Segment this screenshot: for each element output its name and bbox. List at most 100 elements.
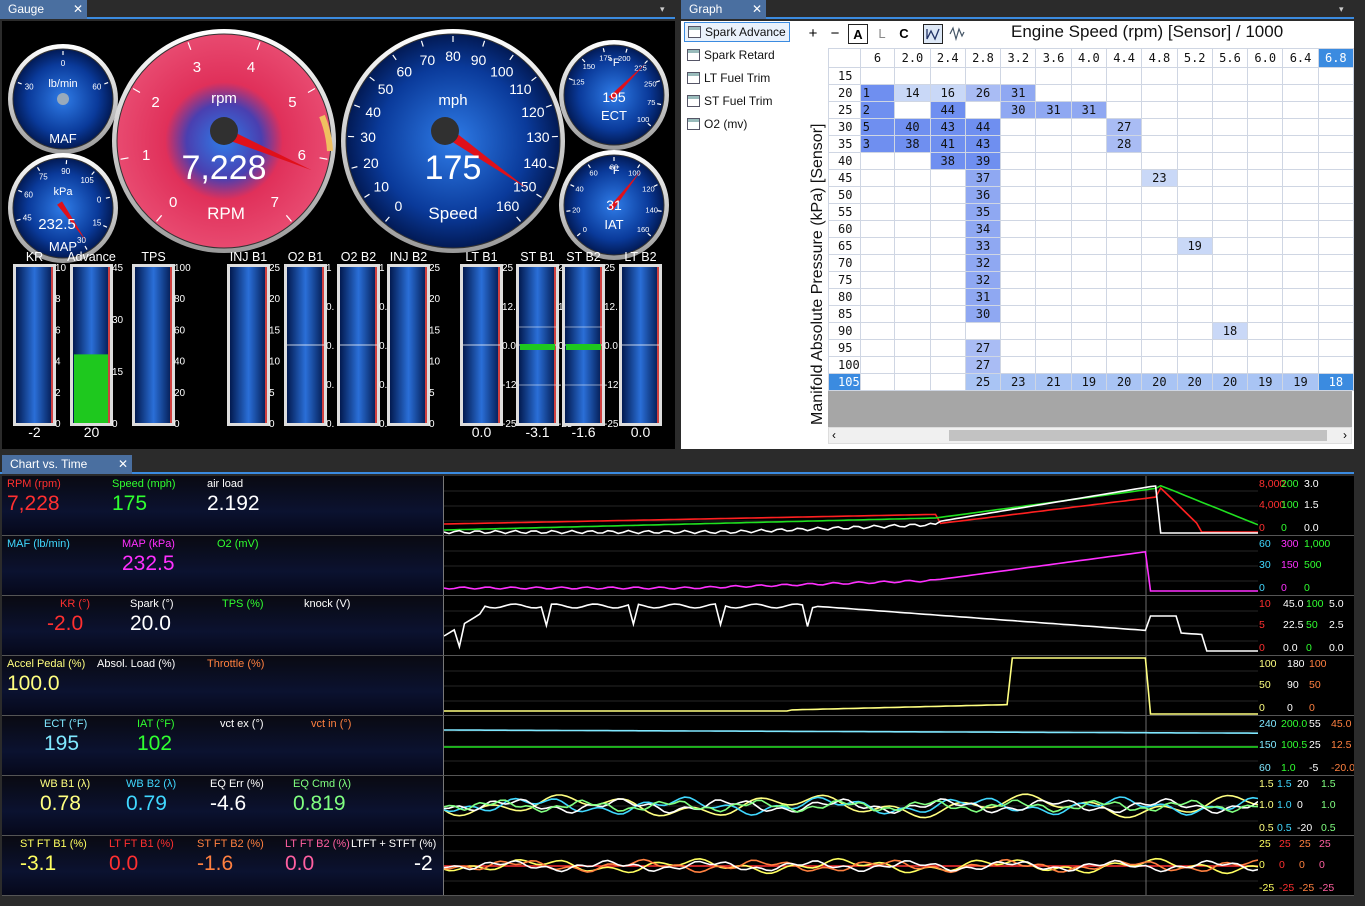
table-cell[interactable] bbox=[1105, 101, 1143, 119]
table-cell[interactable] bbox=[894, 373, 931, 391]
table-cell[interactable] bbox=[1247, 305, 1284, 323]
line-graph-icon[interactable] bbox=[923, 24, 943, 44]
table-cell[interactable] bbox=[894, 339, 931, 357]
table-cell[interactable] bbox=[1247, 339, 1284, 357]
table-cell[interactable] bbox=[1141, 237, 1178, 255]
table-cell[interactable] bbox=[859, 152, 896, 170]
table-cell[interactable] bbox=[1035, 186, 1072, 204]
column-header[interactable]: 2.4 bbox=[929, 48, 966, 68]
table-cell[interactable] bbox=[1317, 220, 1354, 238]
table-cell[interactable] bbox=[859, 254, 896, 272]
table-cell[interactable] bbox=[859, 271, 896, 289]
table-cell[interactable] bbox=[859, 67, 896, 85]
table-cell[interactable] bbox=[1105, 339, 1143, 357]
table-cell[interactable] bbox=[1070, 356, 1107, 374]
table-cell[interactable] bbox=[1000, 288, 1037, 306]
row-header[interactable]: 60 bbox=[828, 220, 861, 238]
table-cell[interactable] bbox=[859, 186, 896, 204]
table-cell[interactable] bbox=[1317, 254, 1354, 272]
table-cell[interactable] bbox=[859, 356, 896, 374]
table-cell[interactable] bbox=[1247, 169, 1284, 187]
table-cell[interactable] bbox=[1317, 186, 1354, 204]
table-cell[interactable] bbox=[1282, 84, 1319, 102]
table-cell[interactable] bbox=[1070, 186, 1107, 204]
table-cell[interactable]: 44 bbox=[964, 118, 1002, 136]
table-cell[interactable] bbox=[1000, 135, 1037, 153]
table-cell[interactable] bbox=[1105, 322, 1143, 340]
table-cell[interactable]: 37 bbox=[964, 169, 1002, 187]
table-cell[interactable] bbox=[1141, 186, 1178, 204]
table-cell[interactable]: 20 bbox=[1176, 373, 1213, 391]
column-header[interactable]: 4.8 bbox=[1141, 48, 1178, 68]
table-cell[interactable] bbox=[1000, 220, 1037, 238]
series-label[interactable]: Spark (°) bbox=[130, 598, 174, 610]
table-cell[interactable] bbox=[1211, 135, 1249, 153]
tree-item-st-fuel-trim[interactable]: ST Fuel Trim bbox=[684, 91, 775, 111]
table-cell[interactable] bbox=[1317, 67, 1354, 85]
time-plot[interactable] bbox=[443, 656, 1258, 715]
table-cell[interactable]: 14 bbox=[894, 84, 931, 102]
table-cell[interactable] bbox=[859, 169, 896, 187]
table-cell[interactable] bbox=[1035, 356, 1072, 374]
row-header[interactable]: 15 bbox=[828, 67, 861, 85]
tree-item-lt-fuel-trim[interactable]: LT Fuel Trim bbox=[684, 68, 773, 88]
table-cell[interactable] bbox=[1317, 322, 1354, 340]
table-cell[interactable]: 19 bbox=[1282, 373, 1319, 391]
table-cell[interactable] bbox=[1000, 254, 1037, 272]
table-cell[interactable] bbox=[929, 220, 966, 238]
auto-button[interactable]: A bbox=[848, 24, 868, 44]
table-cell[interactable] bbox=[1282, 67, 1319, 85]
series-label[interactable]: ST FT B2 (%) bbox=[197, 838, 264, 850]
table-cell[interactable]: 40 bbox=[894, 118, 931, 136]
time-plot[interactable] bbox=[443, 596, 1258, 655]
table-cell[interactable] bbox=[1105, 356, 1143, 374]
table-cell[interactable] bbox=[929, 169, 966, 187]
table-cell[interactable]: 44 bbox=[929, 101, 966, 119]
column-header[interactable]: 6 bbox=[859, 48, 896, 68]
table-cell[interactable] bbox=[1247, 101, 1284, 119]
table-cell[interactable] bbox=[894, 101, 931, 119]
table-cell[interactable] bbox=[1317, 305, 1354, 323]
table-cell[interactable] bbox=[1282, 339, 1319, 357]
table-cell[interactable] bbox=[894, 169, 931, 187]
table-cell[interactable] bbox=[859, 305, 896, 323]
table-cell[interactable] bbox=[1282, 271, 1319, 289]
table-cell[interactable]: 5 bbox=[859, 118, 896, 136]
table-cell[interactable] bbox=[1141, 271, 1178, 289]
table-cell[interactable] bbox=[1247, 356, 1284, 374]
table-cell[interactable] bbox=[929, 203, 966, 221]
table-cell[interactable] bbox=[1247, 186, 1284, 204]
table-cell[interactable] bbox=[1211, 84, 1249, 102]
table-cell[interactable] bbox=[1141, 101, 1178, 119]
series-label[interactable]: Speed (mph) bbox=[112, 478, 176, 490]
table-cell[interactable] bbox=[1000, 237, 1037, 255]
series-label[interactable]: Absol. Load (%) bbox=[97, 658, 175, 670]
row-header[interactable]: 30 bbox=[828, 118, 861, 136]
table-cell[interactable] bbox=[1141, 118, 1178, 136]
table-cell[interactable] bbox=[1247, 84, 1284, 102]
table-cell[interactable] bbox=[929, 339, 966, 357]
table-cell[interactable]: 35 bbox=[964, 203, 1002, 221]
table-cell[interactable]: 18 bbox=[1211, 322, 1249, 340]
table-cell[interactable] bbox=[1282, 101, 1319, 119]
row-header[interactable]: 65 bbox=[828, 237, 861, 255]
scroll-thumb[interactable] bbox=[949, 430, 1327, 441]
row-header[interactable]: 75 bbox=[828, 271, 861, 289]
table-cell[interactable] bbox=[1000, 118, 1037, 136]
table-cell[interactable] bbox=[1282, 305, 1319, 323]
table-cell[interactable]: 20 bbox=[1211, 373, 1249, 391]
table-cell[interactable] bbox=[1105, 271, 1143, 289]
table-cell[interactable]: 3 bbox=[859, 135, 896, 153]
table-cell[interactable] bbox=[1317, 135, 1354, 153]
table-cell[interactable] bbox=[1211, 220, 1249, 238]
table-cell[interactable] bbox=[929, 271, 966, 289]
table-cell[interactable] bbox=[1000, 356, 1037, 374]
series-label[interactable]: KR (°) bbox=[60, 598, 90, 610]
column-header[interactable]: 2.0 bbox=[894, 48, 931, 68]
table-cell[interactable] bbox=[1141, 84, 1178, 102]
row-header[interactable]: 90 bbox=[828, 322, 861, 340]
table-cell[interactable] bbox=[1141, 305, 1178, 323]
table-cell[interactable] bbox=[1247, 288, 1284, 306]
table-cell[interactable] bbox=[1141, 356, 1178, 374]
table-cell[interactable] bbox=[1105, 203, 1143, 221]
